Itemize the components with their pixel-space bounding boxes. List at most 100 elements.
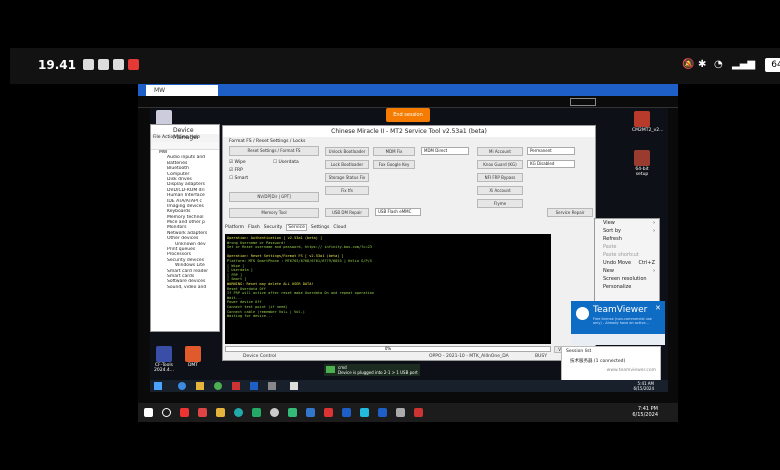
phone-status-bar: 19.41 🔕 ✱ ◔ ▂▄▆ 64 bbox=[10, 48, 780, 84]
group-title: Format FS / Reset Settings / Locks bbox=[229, 139, 306, 144]
menu-view[interactable]: View bbox=[178, 135, 189, 140]
permanent-select[interactable]: Permanent bbox=[527, 147, 575, 155]
tool-tab[interactable]: Flash bbox=[248, 225, 260, 230]
remote-ie-icon[interactable] bbox=[178, 382, 186, 390]
fox-google-key-button[interactable]: Fox Google Key bbox=[373, 160, 415, 169]
dmt-desktop-icon[interactable]: DMT bbox=[183, 346, 203, 368]
whatsapp-icon bbox=[83, 59, 94, 70]
tool-action-button[interactable]: Flyme bbox=[477, 199, 523, 208]
tool-action-button[interactable]: Mi Account bbox=[477, 147, 523, 156]
context-menu-label: Paste shortcut bbox=[603, 252, 639, 258]
cftools-desktop-icon[interactable]: CF-Tools 2024.4... bbox=[154, 346, 174, 373]
tool-action-button[interactable]: Storage Status Fix bbox=[325, 173, 369, 182]
desktop-icon-label: 64-bit setup bbox=[635, 167, 649, 177]
taskbar-app-icon[interactable] bbox=[396, 408, 405, 417]
taskbar-app-icon[interactable] bbox=[306, 408, 315, 417]
tool-action-button[interactable]: Knox Guard (KG) bbox=[477, 160, 523, 169]
chevron-right-icon: › bbox=[653, 220, 655, 226]
context-menu-item[interactable]: New › bbox=[595, 267, 659, 275]
taskbar-app-icon[interactable] bbox=[252, 408, 261, 417]
desktop-icon-label: CM2MT2_v2... bbox=[632, 128, 664, 133]
remote-app-icon[interactable] bbox=[232, 382, 240, 390]
tool-action-button[interactable]: NFI FRP Bypass bbox=[477, 173, 523, 182]
taskbar-app-icon[interactable] bbox=[180, 408, 189, 417]
close-icon[interactable]: ✕ bbox=[655, 304, 661, 312]
context-menu-item[interactable]: Paste shortcut bbox=[595, 251, 659, 259]
context-menu-item[interactable]: Screen resolution bbox=[595, 275, 659, 283]
taskbar-app-icon[interactable] bbox=[324, 408, 333, 417]
edge-icon[interactable] bbox=[234, 408, 243, 417]
smart-label: Smart bbox=[234, 176, 249, 181]
tool-action-button[interactable]: Unlock Bootloader bbox=[325, 147, 369, 156]
context-menu-item[interactable]: Sort by › bbox=[595, 227, 659, 235]
tool-title: Chinese Miracle II - MT2 Service Tool v2… bbox=[223, 126, 595, 137]
tool-action-button[interactable]: Xi Account bbox=[477, 186, 523, 195]
end-session-button[interactable]: End session bbox=[386, 108, 430, 122]
youtube-icon bbox=[128, 59, 139, 70]
remote-devmgr-icon[interactable] bbox=[290, 382, 298, 390]
teamviewer-icon[interactable] bbox=[342, 408, 351, 417]
tool-tab[interactable]: Settings bbox=[311, 225, 329, 230]
userdata-checkbox[interactable]: ☐ Userdata bbox=[273, 160, 299, 165]
remote-chrome-icon[interactable] bbox=[214, 382, 222, 390]
messenger-icon bbox=[113, 59, 124, 70]
reset-settings-button[interactable]: Reset Settings / Format FS bbox=[229, 146, 319, 156]
start-icon[interactable] bbox=[144, 408, 153, 417]
chrome-icon[interactable] bbox=[270, 408, 279, 417]
remote-folder-icon[interactable] bbox=[196, 382, 204, 390]
session-list: Session list 技术服务器 (1 connected) www.tea… bbox=[561, 346, 661, 384]
kg-select[interactable]: KG Disabled bbox=[527, 160, 575, 168]
folder-icon[interactable] bbox=[216, 408, 225, 417]
context-menu-item[interactable]: View › bbox=[595, 219, 659, 227]
taskbar-app-icon[interactable] bbox=[198, 408, 207, 417]
context-menu-label: View bbox=[603, 220, 615, 226]
tool-tab[interactable]: Security bbox=[264, 225, 282, 230]
status-device-control: Device Control bbox=[243, 354, 277, 359]
chevron-right-icon: › bbox=[653, 268, 655, 274]
menu-action[interactable]: Action bbox=[162, 135, 176, 140]
mdm-select[interactable]: MDM Direct bbox=[421, 147, 469, 155]
status-busy: BUSY bbox=[535, 354, 547, 359]
tool-tab[interactable]: Service bbox=[286, 224, 307, 231]
service-repair-button[interactable]: Service Repair bbox=[547, 208, 593, 217]
frp-checkbox[interactable]: ☑ FRP bbox=[229, 168, 243, 173]
context-menu-item[interactable]: Refresh bbox=[595, 235, 659, 243]
search-icon[interactable] bbox=[162, 408, 171, 417]
device-tree-item[interactable]: Sound, video and bbox=[151, 285, 219, 290]
session-entry[interactable]: 技术服务器 (1 connected) bbox=[562, 356, 660, 366]
toolbar-view-controls[interactable] bbox=[570, 98, 596, 106]
wipe-checkbox[interactable]: ☑ Wipe bbox=[229, 160, 246, 165]
device-tree: MW Audio inputs and Batteries Bluetooth Comp… bbox=[151, 150, 219, 290]
teamviewer-icon[interactable] bbox=[378, 408, 387, 417]
teamviewer-session-tab[interactable]: MW bbox=[146, 85, 218, 96]
context-menu-item[interactable]: Personalize bbox=[595, 283, 659, 291]
remote-teamviewer-icon[interactable] bbox=[250, 382, 258, 390]
remote-start-icon[interactable] bbox=[154, 382, 162, 390]
setup-desktop-icon[interactable]: 64-bit setup bbox=[632, 150, 652, 177]
taskbar-app-icon[interactable] bbox=[360, 408, 369, 417]
context-menu-item[interactable]: Paste bbox=[595, 243, 659, 251]
menu-file[interactable]: File bbox=[153, 135, 161, 140]
host-taskbar: 7:41 PM 6/15/2024 bbox=[138, 403, 678, 422]
mute-icon: 🔕 bbox=[682, 59, 695, 70]
emmc-select[interactable]: USB Flash eMMC bbox=[375, 208, 421, 216]
taskbar-app-icon[interactable] bbox=[288, 408, 297, 417]
nvram-button[interactable]: NV/DP[Dir | GPT] bbox=[229, 192, 319, 202]
taskbar-app-icon[interactable] bbox=[414, 408, 423, 417]
menu-help[interactable]: Help bbox=[190, 135, 200, 140]
chevron-right-icon: › bbox=[653, 228, 655, 234]
tool-tab[interactable]: Platform bbox=[225, 225, 244, 230]
mdm-fix-button[interactable]: MDM Fix bbox=[373, 147, 415, 156]
remote-cmd-icon[interactable] bbox=[268, 382, 276, 390]
smart-checkbox[interactable]: ☐ Smart bbox=[229, 176, 248, 181]
tool-action-button[interactable]: Fix tfs bbox=[325, 186, 369, 195]
context-menu-item[interactable]: Undo Move Ctrl+Z bbox=[595, 259, 659, 267]
tool-action-button[interactable]: USB DM Repair bbox=[325, 208, 369, 217]
remote-clock: 5:41 AM 6/15/2024 bbox=[633, 381, 654, 391]
remote-taskbar: 5:41 AM 6/15/2024 bbox=[150, 380, 668, 392]
tool-action-button[interactable]: Lock Bootloader bbox=[325, 160, 369, 169]
usb-message: Device is plugged into 2-1 > 1 USB port bbox=[338, 370, 418, 375]
memory-tool-button[interactable]: Memory Tool bbox=[229, 208, 319, 218]
cm2mt2-desktop-icon[interactable]: CM2MT2_v2... bbox=[632, 111, 663, 133]
tool-tab[interactable]: Cloud bbox=[333, 225, 346, 230]
